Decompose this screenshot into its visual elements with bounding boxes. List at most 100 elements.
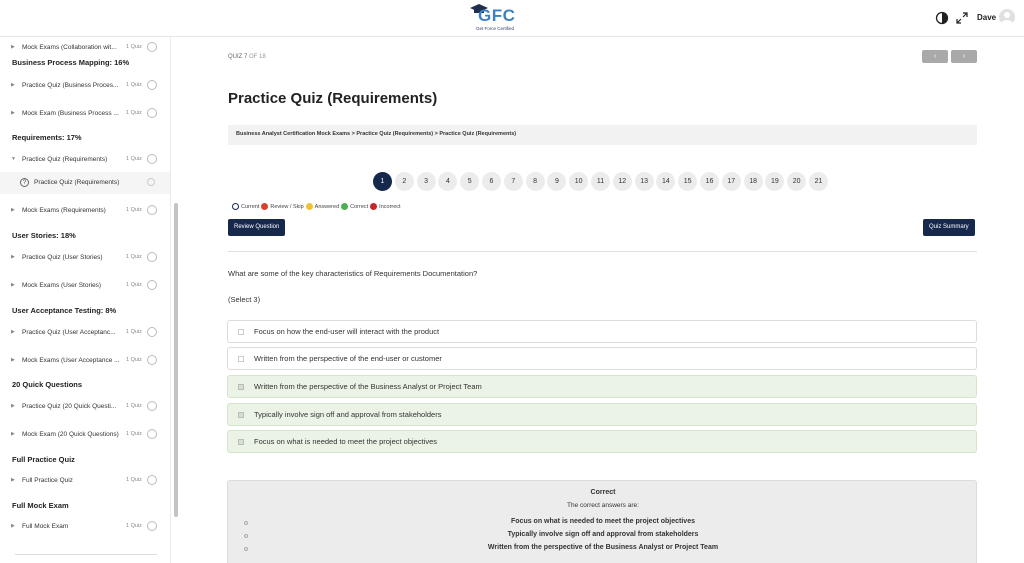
top-header: GFC Get Force Certified Dave: [0, 0, 1024, 37]
page-21-button[interactable]: 21: [809, 172, 828, 191]
status-circle-icon: [147, 401, 157, 411]
chevron-right-icon[interactable]: ▶: [11, 207, 15, 213]
sidebar-item[interactable]: ▼ Practice Quiz (Requirements) 1 Quiz: [0, 149, 170, 171]
legend-dot-icon: [341, 203, 349, 210]
chevron-right-icon[interactable]: ▶: [11, 329, 15, 335]
page-20-button[interactable]: 20: [787, 172, 807, 191]
page-6-button[interactable]: 6: [482, 172, 501, 191]
select-hint: (Select 3): [228, 295, 261, 304]
quiz-count-badge: 1 Quiz: [126, 329, 142, 335]
page-9-button[interactable]: 9: [547, 172, 567, 191]
quiz-summary-button[interactable]: Quiz Summary: [923, 219, 975, 236]
page-11-button[interactable]: 11: [591, 172, 610, 191]
sidebar-item[interactable]: ▶ Full Practice Quiz 1 Quiz: [0, 470, 170, 492]
sidebar-item[interactable]: ▶ Mock Exam (20 Quick Questions) 1 Quiz: [0, 424, 170, 446]
sidebar-item-label: Mock Exams (User Acceptance ...: [22, 357, 120, 364]
question-icon: ?: [20, 178, 29, 187]
fullscreen-icon[interactable]: [955, 11, 969, 25]
page-19-button[interactable]: 19: [765, 172, 785, 191]
chevron-right-icon[interactable]: ▶: [11, 82, 15, 88]
status-circle-icon: [147, 280, 157, 290]
chevron-right-icon[interactable]: ▶: [11, 477, 15, 483]
prev-quiz-button[interactable]: ‹: [922, 50, 948, 63]
answer-option[interactable]: Focus on how the end-user will interact …: [227, 320, 977, 343]
quiz-count-badge: 1 Quiz: [126, 44, 142, 50]
page-7-button[interactable]: 7: [503, 172, 523, 191]
legend-label: Correct: [350, 203, 369, 210]
quiz-count-badge: 1 Quiz: [126, 523, 142, 529]
correct-answer-item: Typically involve sign off and approval …: [507, 531, 699, 538]
page-3-button[interactable]: 3: [416, 172, 436, 191]
chevron-right-icon[interactable]: ▶: [11, 110, 15, 116]
quiz-main: QUIZ 7 OF 18 ‹ › Practice Quiz (Requirem…: [180, 37, 1024, 563]
sidebar-section-title: Business Process Mapping: 16%: [12, 58, 130, 67]
legend-dot-icon: [261, 203, 269, 210]
correct-answer-item: Focus on what is needed to meet the proj…: [511, 518, 695, 525]
option-text: Focus on what is needed to meet the proj…: [254, 437, 438, 446]
chevron-right-icon[interactable]: ▶: [11, 357, 15, 363]
sidebar-item[interactable]: ▶ Practice Quiz (20 Quick Questi... 1 Quiz: [0, 396, 170, 418]
chevron-right-icon[interactable]: ▶: [11, 523, 15, 529]
quiz-count-badge: 1 Quiz: [126, 156, 142, 162]
page-5-button[interactable]: 5: [460, 172, 480, 191]
page-2-button[interactable]: 2: [394, 172, 414, 191]
chevron-right-icon[interactable]: ▶: [11, 254, 15, 260]
page-12-button[interactable]: 12: [612, 172, 632, 191]
chevron-right-icon[interactable]: ▶: [11, 403, 15, 409]
sidebar-subitem-label: Practice Quiz (Requirements): [34, 179, 120, 186]
chevron-right-icon[interactable]: ▶: [11, 282, 15, 288]
user-avatar-icon: [1001, 12, 1013, 25]
legend-dot-icon: [232, 203, 239, 210]
answer-option[interactable]: Written from the perspective of the Busi…: [227, 375, 977, 398]
sidebar-item[interactable]: ▶ Practice Quiz (Business Proces... 1 Quiz: [0, 75, 170, 97]
breadcrumb: Business Analyst Certification Mock Exam…: [228, 125, 977, 145]
legend-label: Answered: [314, 203, 340, 210]
option-checkbox[interactable]: [238, 412, 244, 418]
sidebar-item[interactable]: ▶ Full Mock Exam 1 Quiz: [0, 516, 170, 538]
sidebar-item-label: Mock Exams (Requirements): [22, 207, 106, 214]
sidebar-scrollbar[interactable]: [174, 203, 178, 517]
page-17-button[interactable]: 17: [721, 172, 741, 191]
chevron-right-icon[interactable]: ▶: [11, 44, 15, 50]
page-4-button[interactable]: 4: [438, 172, 458, 191]
page-18-button[interactable]: 18: [743, 172, 763, 191]
answer-option[interactable]: Focus on what is needed to meet the proj…: [227, 430, 977, 453]
sidebar-item[interactable]: ▶ Practice Quiz (User Acceptanc... 1 Quiz: [0, 322, 170, 344]
avatar[interactable]: [999, 9, 1015, 25]
chevron-right-icon[interactable]: ▶: [11, 431, 15, 437]
answer-option[interactable]: Typically involve sign off and approval …: [227, 403, 977, 426]
page-16-button[interactable]: 16: [700, 172, 719, 191]
review-question-button[interactable]: Review Question: [228, 219, 286, 236]
user-name[interactable]: Dave: [977, 13, 996, 22]
page-13-button[interactable]: 13: [634, 172, 654, 191]
divider: [228, 251, 977, 252]
page-8-button[interactable]: 8: [525, 172, 545, 191]
sidebar-item[interactable]: ▶ Mock Exams (Collaboration wit... 1 Quiz: [0, 37, 170, 59]
sidebar-item[interactable]: ▶ Practice Quiz (User Stories) 1 Quiz: [0, 247, 170, 269]
sidebar-item[interactable]: ▶ Mock Exams (User Stories) 1 Quiz: [0, 275, 170, 297]
sidebar-item-label: Mock Exams (User Stories): [22, 282, 102, 289]
chevron-down-icon[interactable]: ▼: [11, 156, 16, 162]
sidebar-item-label: Practice Quiz (Requirements): [22, 156, 108, 163]
sidebar-item[interactable]: ▶ Mock Exams (Requirements) 1 Quiz: [0, 200, 170, 222]
status-circle-icon: [147, 80, 157, 90]
sidebar-item[interactable]: ▶ Mock Exam (Business Process ... 1 Quiz: [0, 103, 170, 125]
page-14-button[interactable]: 14: [656, 172, 676, 191]
option-checkbox[interactable]: [238, 356, 244, 362]
page-1-button[interactable]: 1: [373, 172, 392, 191]
answer-option[interactable]: Written from the perspective of the end-…: [227, 347, 977, 370]
option-checkbox[interactable]: [238, 384, 244, 390]
option-checkbox[interactable]: [238, 439, 244, 445]
option-checkbox[interactable]: [238, 329, 244, 335]
sidebar-subitem[interactable]: ? Practice Quiz (Requirements): [0, 172, 170, 194]
next-quiz-button[interactable]: ›: [951, 50, 977, 63]
quiz-number: QUIZ 7: [228, 54, 248, 60]
course-sidebar: ▶ Mock Exams (Collaboration wit... 1 Quiz B…: [0, 37, 171, 563]
page-15-button[interactable]: 15: [678, 172, 698, 191]
status-circle-icon: [147, 521, 157, 531]
dark-mode-icon[interactable]: [935, 11, 949, 25]
page-10-button[interactable]: 10: [569, 172, 589, 191]
sidebar-item[interactable]: ▶ Mock Exams (User Acceptance ... 1 Quiz: [0, 350, 170, 372]
logo-text: GFC: [478, 6, 516, 25]
gfc-logo[interactable]: GFC Get Force Certified: [470, 4, 520, 34]
